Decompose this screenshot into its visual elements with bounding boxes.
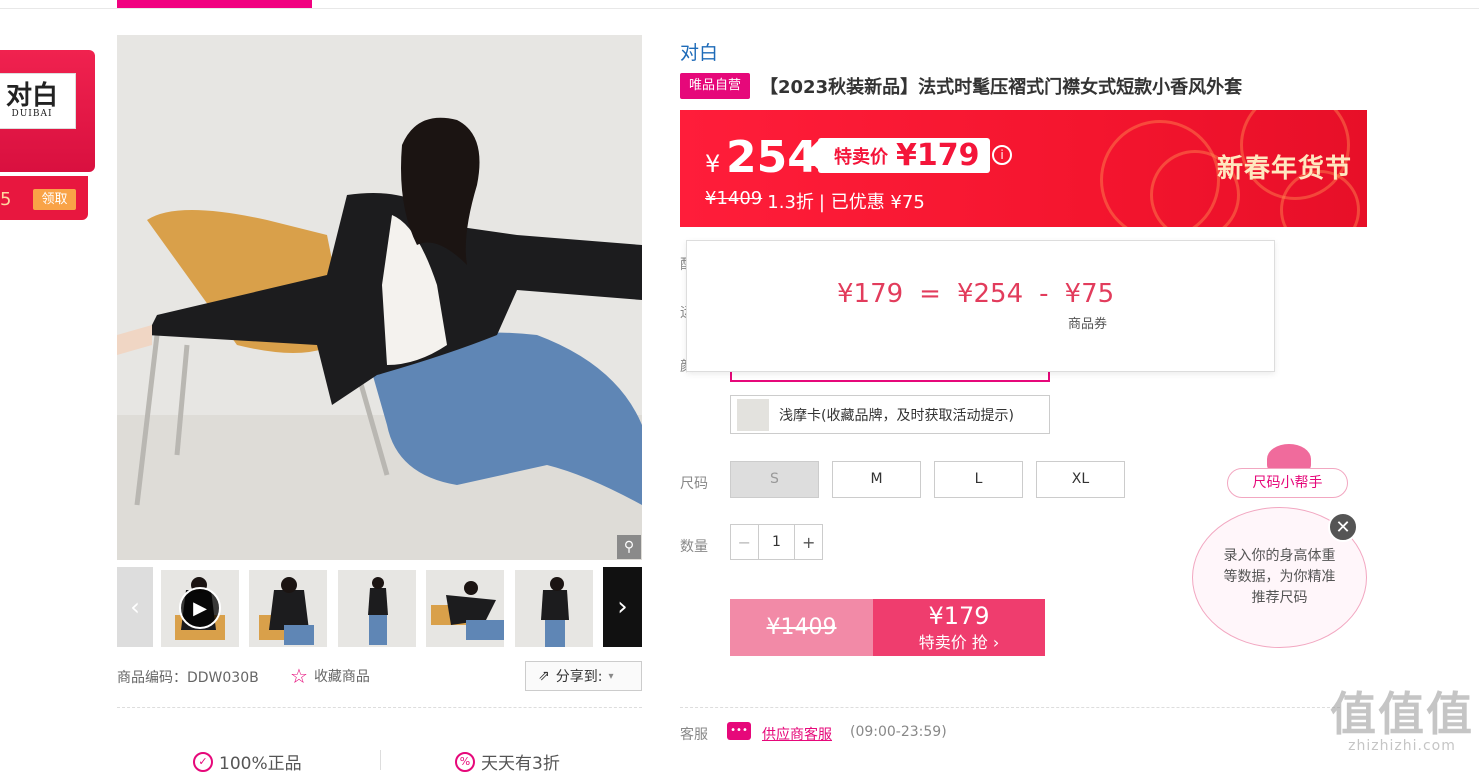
sale-price: ¥179 <box>896 138 980 173</box>
quantity-decrease-button[interactable]: − <box>731 525 759 559</box>
shield-check-icon: ✓ <box>193 751 213 772</box>
quantity-stepper: − 1 + <box>730 524 823 560</box>
thumbnail-item[interactable] <box>338 570 416 647</box>
divider <box>680 707 1340 708</box>
feature-divider <box>380 750 381 770</box>
service-label: 客服 <box>680 727 708 743</box>
color-option-label: 浅摩卡(收藏品牌，及时获取活动提示) <box>779 407 1014 424</box>
favorite-button[interactable]: ☆ 收藏商品 <box>290 664 370 688</box>
size-helper-button[interactable]: 尺码小帮手 <box>1227 468 1348 498</box>
original-price: ¥1409 <box>705 188 763 209</box>
saved-amount: | 已优惠 ¥75 <box>818 192 925 213</box>
thumbnail-item[interactable] <box>249 570 327 647</box>
price-details: ¥1409 1.3折 | 已优惠 ¥75 <box>705 188 925 214</box>
percent-icon: % <box>455 751 475 772</box>
coupon-amount: 5 <box>0 189 12 210</box>
chevron-down-icon: ▾ <box>608 670 614 682</box>
color-thumbnail <box>737 399 769 431</box>
thumbnail-image <box>338 570 416 647</box>
buy-now-button[interactable]: ¥179 特卖价 抢 › <box>873 599 1045 656</box>
festival-label: 新春年货节 <box>1217 154 1353 184</box>
discount-rate: 1.3折 <box>767 192 814 213</box>
watermark: 值值值 zhizhizhi.com <box>1330 690 1474 754</box>
share-button[interactable]: ⇗ 分享到: ▾ <box>525 661 642 691</box>
nav-active-indicator <box>117 0 312 8</box>
product-sku: 商品编码：DDW030B <box>117 670 259 686</box>
brand-link[interactable]: 对白 <box>680 38 718 65</box>
size-helper-text: 录入你的身高体重等数据，为你精准推荐尺码 <box>1223 548 1336 606</box>
watermark-site: zhizhizhi.com <box>1348 738 1456 754</box>
claim-coupon-button[interactable]: 领取 <box>33 189 76 210</box>
thumbnail-image <box>515 570 593 647</box>
play-video-icon[interactable]: ▶ <box>179 587 221 629</box>
product-page: 对白 DUIBAI 5 领取 ⚲ ‹ ▶ › 商品编码：DDW030B ☆ 收藏… <box>0 0 1479 773</box>
feature-discount: % 天天有3折 <box>455 749 560 773</box>
size-option-s[interactable]: S <box>730 461 819 498</box>
zoom-magnifier-icon[interactable]: ⚲ <box>617 535 641 559</box>
size-option-xl[interactable]: XL <box>1036 461 1125 498</box>
size-option-l[interactable]: L <box>934 461 1023 498</box>
quantity-increase-button[interactable]: + <box>794 525 822 559</box>
chat-icon[interactable]: ••• <box>727 722 751 740</box>
brand-logo[interactable]: 对白 DUIBAI <box>0 73 76 129</box>
supplier-service-link[interactable]: 供应商客服 <box>762 724 832 744</box>
buy-price: ¥179 <box>928 601 990 630</box>
self-operated-badge: 唯品自营 <box>680 73 750 99</box>
color-option[interactable]: 浅摩卡(收藏品牌，及时获取活动提示) <box>730 395 1050 434</box>
model-photo <box>117 35 642 560</box>
thumbnail-item[interactable] <box>426 570 504 647</box>
quantity-input[interactable]: 1 <box>759 525 795 559</box>
favorite-label: 收藏商品 <box>313 669 370 685</box>
service-hours: (09:00-23:59) <box>850 724 947 740</box>
sale-price-tag: 特卖价 ¥179 <box>818 138 990 173</box>
buy-original-price[interactable]: ¥1409 <box>730 599 873 656</box>
thumbnail-item[interactable] <box>515 570 593 647</box>
currency-symbol: ¥ <box>705 150 721 178</box>
sale-label: 特卖价 <box>834 146 888 168</box>
info-icon[interactable]: i <box>992 145 1012 165</box>
quantity-label: 数量 <box>680 539 708 555</box>
color-option-selected[interactable] <box>730 372 1050 382</box>
size-option-m[interactable]: M <box>832 461 921 498</box>
price-equation: ¥179 = ¥254 - ¥75 <box>837 279 1115 309</box>
price-breakdown-popup: ¥179 = ¥254 - ¥75 商品券 <box>686 240 1275 372</box>
watermark-mark: 值值值 <box>1330 687 1474 741</box>
price-banner: ¥ 254 特卖价 ¥179 i ¥1409 1.3折 | 已优惠 ¥75 新春… <box>680 110 1367 227</box>
top-divider <box>0 8 1479 9</box>
current-price: 254 <box>726 132 818 183</box>
star-icon: ☆ <box>290 664 308 688</box>
feature-authentic: ✓ 100%正品 <box>193 749 302 773</box>
thumbnail-image <box>249 570 327 647</box>
product-main-image[interactable] <box>117 35 642 560</box>
product-title: 【2023秋装新品】法式时髦压褶式门襟女式短款小香风外套 <box>760 77 1243 98</box>
size-label: 尺码 <box>680 476 708 492</box>
share-icon: ⇗ <box>538 668 550 684</box>
share-label: 分享到: <box>555 669 603 685</box>
coupon-label: 商品券 <box>1068 317 1108 332</box>
thumbnail-next-button[interactable]: › <box>603 567 642 647</box>
buy-action-label: 特卖价 抢 › <box>918 632 1000 652</box>
close-icon[interactable]: ✕ <box>1328 512 1358 542</box>
thumbnail-video[interactable]: ▶ <box>161 570 239 647</box>
thumbnail-prev-button[interactable]: ‹ <box>117 567 153 647</box>
thumbnail-image <box>426 570 504 647</box>
divider <box>117 707 642 708</box>
